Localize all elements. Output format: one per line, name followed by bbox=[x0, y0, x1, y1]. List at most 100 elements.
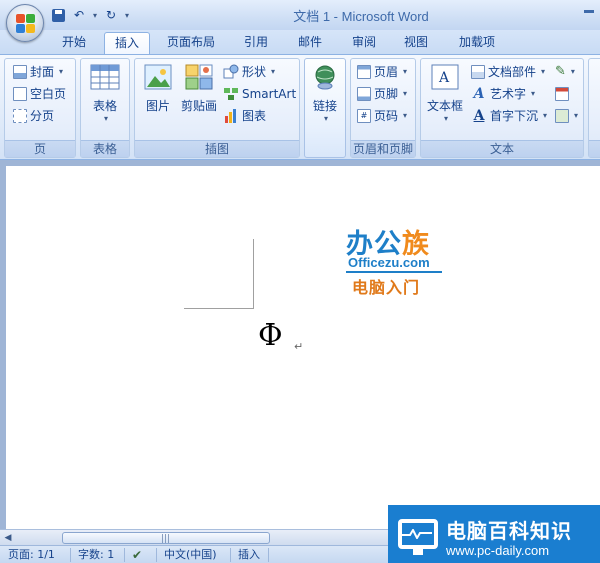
dropcap-button[interactable]: A 首字下沉 ▾ bbox=[471, 106, 547, 126]
clipart-button[interactable]: 剪贴画 bbox=[179, 64, 219, 114]
tab-references[interactable]: 引用 bbox=[236, 32, 276, 54]
table-button[interactable]: 表格 ▾ bbox=[81, 64, 129, 123]
signature-line-button[interactable]: ✎ ▾ bbox=[555, 62, 575, 82]
tab-mailings[interactable]: 邮件 bbox=[290, 32, 330, 54]
date-time-button[interactable] bbox=[555, 84, 569, 104]
signature-pen-icon: ✎ bbox=[555, 64, 566, 79]
quick-parts-label: 文档部件 bbox=[488, 65, 537, 79]
status-separator bbox=[268, 548, 269, 562]
watermark-url: Officezu.com bbox=[348, 255, 430, 270]
links-button[interactable]: 链接 ▾ bbox=[305, 64, 345, 123]
textbox-label: 文本框 bbox=[426, 99, 463, 113]
status-word-count[interactable]: 字数: 1 bbox=[78, 548, 114, 562]
links-label: 链接 bbox=[312, 99, 337, 113]
table-group-label: 表格 bbox=[81, 140, 129, 157]
status-language[interactable]: 中文(中国) bbox=[164, 548, 217, 562]
insert-object-button[interactable]: ▾ bbox=[555, 106, 578, 126]
footer-icon bbox=[357, 87, 371, 101]
title-bar: ↶ ▾ ↻ ▾ 文档 1 - Microsoft Word bbox=[0, 0, 600, 30]
cover-page-button[interactable]: 封面 ▾ bbox=[13, 62, 63, 82]
proofing-check-icon[interactable]: ✔ bbox=[132, 548, 142, 562]
watermark-divider bbox=[346, 271, 442, 273]
picture-icon bbox=[144, 64, 172, 90]
symbols-group-partial bbox=[588, 58, 600, 158]
shapes-icon bbox=[223, 64, 239, 79]
page-break-label: 分页 bbox=[30, 109, 55, 123]
tab-insert[interactable]: 插入 bbox=[104, 32, 150, 55]
office-button[interactable] bbox=[6, 4, 44, 42]
links-group-footer bbox=[305, 140, 345, 157]
cover-page-icon bbox=[13, 65, 27, 79]
text-group-label: 文本 bbox=[421, 140, 583, 157]
picture-label: 图片 bbox=[145, 99, 170, 113]
tab-addins[interactable]: 加载项 bbox=[448, 32, 506, 54]
paragraph-mark: ↵ bbox=[294, 340, 304, 353]
page-number-button[interactable]: # 页码 ▾ bbox=[357, 106, 407, 126]
pulse-icon bbox=[402, 529, 432, 539]
shapes-label: 形状 bbox=[242, 65, 267, 79]
status-page[interactable]: 页面: 1/1 bbox=[8, 548, 55, 562]
margin-corner-mark bbox=[184, 239, 254, 309]
table-icon bbox=[90, 64, 120, 90]
smartart-label: SmartArt bbox=[242, 87, 297, 101]
watermark-subtitle: 电脑入门 bbox=[352, 278, 421, 297]
header-footer-group-label: 页眉和页脚 bbox=[351, 140, 415, 157]
picture-button[interactable]: 图片 bbox=[139, 64, 177, 114]
chart-icon bbox=[225, 109, 236, 123]
calendar-icon bbox=[555, 87, 569, 101]
text-group: A 文本框 ▾ 文档部件 ▾ A 艺术字 ▾ A 首字下沉 ▾ ✎ ▾ ▾ 文本 bbox=[420, 58, 584, 158]
scroll-left-icon[interactable]: ◀ bbox=[2, 532, 14, 544]
wordart-label: 艺术字 bbox=[490, 87, 527, 101]
office-logo-icon bbox=[16, 14, 36, 34]
object-icon bbox=[555, 109, 569, 123]
quick-parts-icon bbox=[471, 65, 485, 79]
symbols-group-footer bbox=[589, 140, 600, 157]
quick-parts-button[interactable]: 文档部件 ▾ bbox=[471, 62, 545, 82]
textbox-button[interactable]: A 文本框 ▾ bbox=[423, 64, 467, 123]
blank-page-button[interactable]: 空白页 bbox=[13, 84, 66, 104]
links-dropdown-icon: ▾ bbox=[323, 114, 328, 123]
dropcap-icon: A bbox=[473, 108, 485, 124]
illustrations-group-label: 插图 bbox=[135, 140, 299, 157]
shapes-button[interactable]: 形状 ▾ bbox=[223, 62, 275, 82]
textbox-dropdown-icon: ▾ bbox=[443, 114, 448, 123]
wordart-button[interactable]: A 艺术字 ▾ bbox=[471, 84, 535, 104]
brand-title: 电脑百科知识 bbox=[446, 519, 572, 543]
globe-link-icon bbox=[315, 65, 335, 90]
table-group: 表格 ▾ 表格 bbox=[80, 58, 130, 158]
textbox-icon: A bbox=[431, 64, 459, 90]
ribbon: 封面 ▾ 空白页 分页 页 表格 ▾ 表格 图片 剪贴画 形状 ▾ SmartA… bbox=[0, 54, 600, 160]
tab-page-layout[interactable]: 页面布局 bbox=[158, 32, 224, 54]
scrollbar-thumb[interactable]: ||| bbox=[62, 532, 270, 544]
wordart-icon: A bbox=[473, 86, 485, 102]
header-icon bbox=[357, 65, 371, 79]
cover-page-label: 封面 bbox=[30, 65, 55, 79]
blank-page-label: 空白页 bbox=[30, 87, 67, 101]
tab-review[interactable]: 审阅 bbox=[344, 32, 384, 54]
dropcap-label: 首字下沉 bbox=[490, 109, 539, 123]
status-separator bbox=[230, 548, 231, 562]
header-button[interactable]: 页眉 ▾ bbox=[357, 62, 407, 82]
page-number-label: 页码 bbox=[374, 109, 399, 123]
clipart-icon bbox=[185, 64, 213, 90]
minimize-button[interactable] bbox=[584, 10, 594, 13]
chart-button[interactable]: 图表 bbox=[223, 106, 266, 126]
inserted-symbol[interactable]: Φ bbox=[258, 318, 283, 353]
clipart-label: 剪贴画 bbox=[180, 99, 217, 113]
status-separator bbox=[156, 548, 157, 562]
page-break-button[interactable]: 分页 bbox=[13, 106, 54, 126]
status-separator bbox=[70, 548, 71, 562]
ribbon-tabs: 开始 插入 页面布局 引用 邮件 审阅 视图 加载项 bbox=[0, 30, 600, 55]
svg-text:A: A bbox=[438, 70, 450, 86]
brand-watermark: 电脑百科知识 www.pc-daily.com bbox=[388, 505, 600, 563]
status-insert-mode[interactable]: 插入 bbox=[238, 548, 260, 562]
tab-view[interactable]: 视图 bbox=[396, 32, 436, 54]
table-dropdown-icon: ▾ bbox=[103, 114, 108, 123]
footer-button[interactable]: 页脚 ▾ bbox=[357, 84, 407, 104]
smartart-button[interactable]: SmartArt bbox=[223, 84, 296, 104]
window-title: 文档 1 - Microsoft Word bbox=[293, 9, 429, 24]
header-label: 页眉 bbox=[374, 65, 399, 79]
smartart-icon bbox=[224, 88, 238, 100]
tab-home[interactable]: 开始 bbox=[54, 32, 94, 54]
illustrations-group: 图片 剪贴画 形状 ▾ SmartArt 图表 插图 bbox=[134, 58, 300, 158]
